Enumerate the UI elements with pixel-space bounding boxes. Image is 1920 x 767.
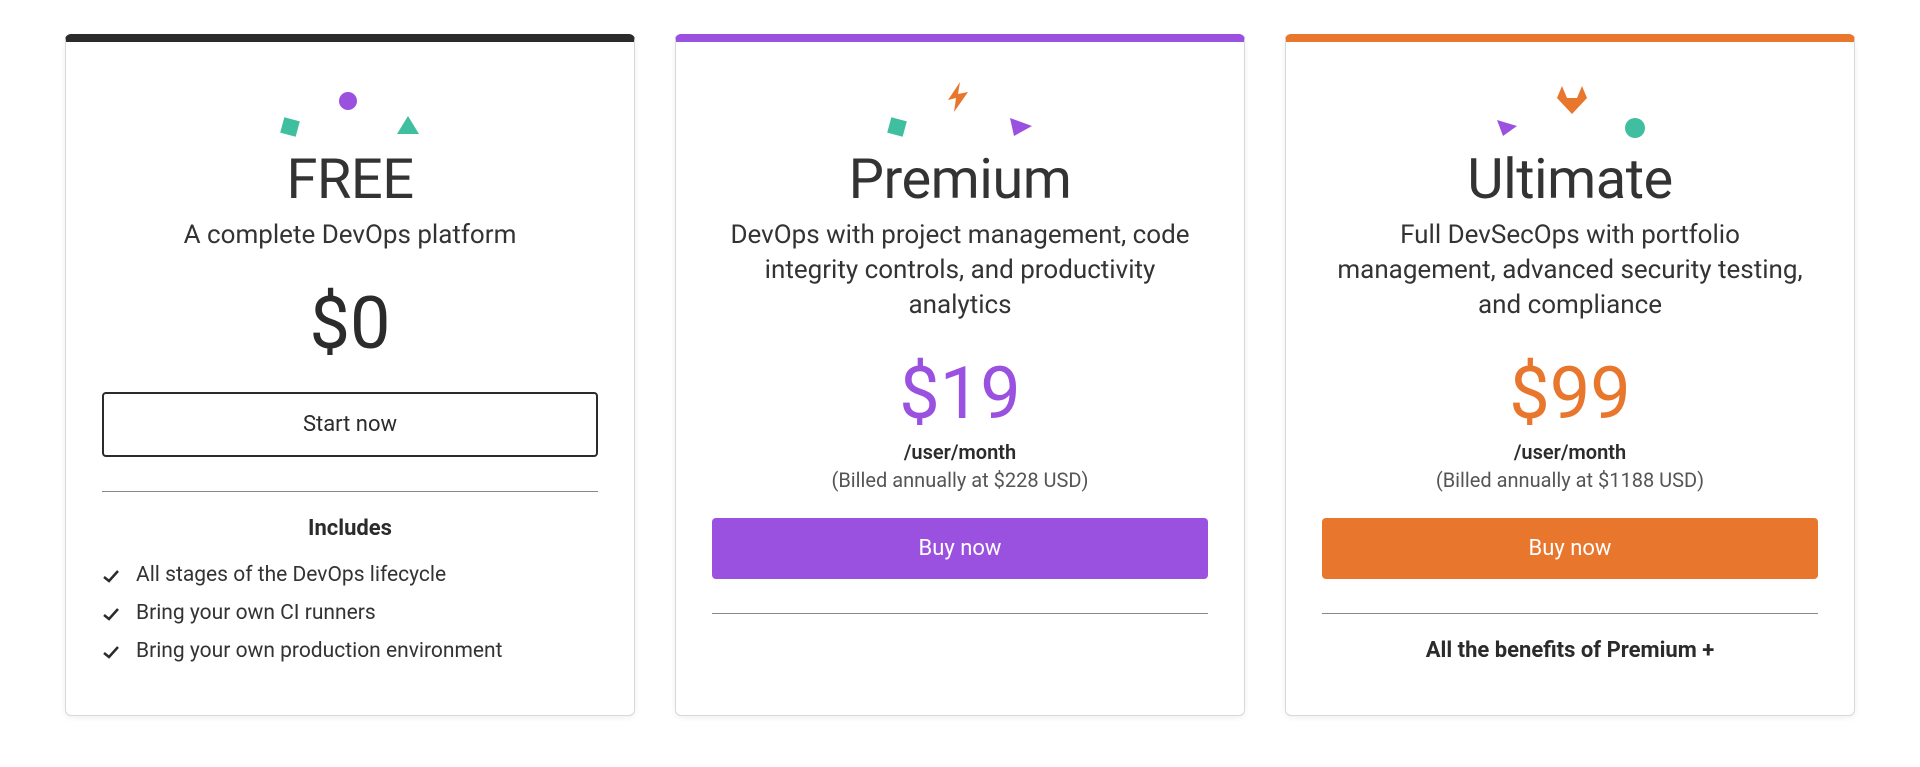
cta-button-ultimate[interactable]: Buy now <box>1322 518 1818 579</box>
divider <box>1322 613 1818 614</box>
triangle-icon <box>1495 116 1519 138</box>
triangle-icon <box>395 114 421 138</box>
price-block-ultimate: $99 /user/month (Billed annually at $118… <box>1322 351 1818 492</box>
check-icon <box>102 567 120 585</box>
tier-name-premium: Premium <box>712 146 1208 212</box>
circle-icon <box>339 92 357 110</box>
price-block-premium: $19 /user/month (Billed annually at $228… <box>712 351 1208 492</box>
feature-text: All stages of the DevOps lifecycle <box>136 563 446 587</box>
includes-title-ultimate: All the benefits of Premium + <box>1322 638 1818 663</box>
deco-ultimate <box>1322 80 1818 138</box>
tier-card-ultimate: Ultimate Full DevSecOps with portfolio m… <box>1285 34 1855 716</box>
price-unit-ultimate: /user/month <box>1322 440 1818 464</box>
tier-description-premium: DevOps with project management, code int… <box>712 218 1208 323</box>
pricing-container: FREE A complete DevOps platform $0 Start… <box>0 0 1920 716</box>
feature-list-free: All stages of the DevOps lifecycle Bring… <box>102 563 598 663</box>
deco-free <box>102 80 598 138</box>
price-note-ultimate: (Billed annually at $1188 USD) <box>1322 468 1818 492</box>
feature-text: Bring your own production environment <box>136 639 503 663</box>
bolt-icon <box>946 82 970 112</box>
tier-description-free: A complete DevOps platform <box>102 218 598 253</box>
tier-card-free: FREE A complete DevOps platform $0 Start… <box>65 34 635 716</box>
circle-icon <box>1625 118 1645 138</box>
price-unit-premium: /user/month <box>712 440 1208 464</box>
tier-name-free: FREE <box>102 146 598 212</box>
price-note-premium: (Billed annually at $228 USD) <box>712 468 1208 492</box>
price-amount-free: $0 <box>102 281 598 366</box>
square-icon <box>886 116 908 138</box>
divider <box>712 613 1208 614</box>
feature-item: Bring your own CI runners <box>102 601 598 625</box>
check-icon <box>102 605 120 623</box>
deco-premium <box>712 80 1208 138</box>
cta-button-premium[interactable]: Buy now <box>712 518 1208 579</box>
tier-name-ultimate: Ultimate <box>1322 146 1818 212</box>
square-icon <box>279 116 301 138</box>
feature-item: Bring your own production environment <box>102 639 598 663</box>
tier-card-premium: Premium DevOps with project management, … <box>675 34 1245 716</box>
tier-description-ultimate: Full DevSecOps with portfolio management… <box>1322 218 1818 323</box>
triangle-icon <box>1008 114 1034 138</box>
check-icon <box>102 643 120 661</box>
cta-button-free[interactable]: Start now <box>102 392 598 457</box>
price-amount-premium: $19 <box>712 351 1208 436</box>
divider <box>102 491 598 492</box>
includes-title-free: Includes <box>102 516 598 541</box>
gitlab-icon <box>1557 86 1587 114</box>
feature-text: Bring your own CI runners <box>136 601 376 625</box>
price-amount-ultimate: $99 <box>1322 351 1818 436</box>
feature-item: All stages of the DevOps lifecycle <box>102 563 598 587</box>
price-block-free: $0 <box>102 281 598 366</box>
